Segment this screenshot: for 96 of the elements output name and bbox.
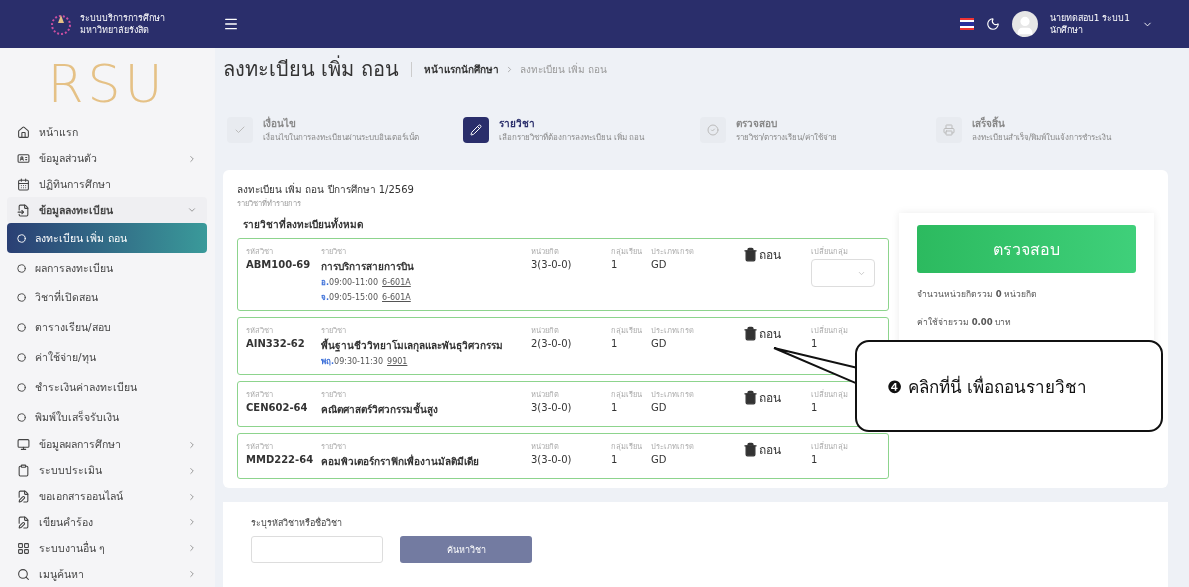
sidebar-item[interactable]: ระบบงานอื่น ๆ [7,535,207,562]
section-value: 1 [611,259,619,270]
grade-type-value: GD [651,338,668,349]
step-title: ตรวจสอบ [735,117,778,131]
org-subname: มหาวิทยาลัยรังสิต [80,24,150,36]
user-name: นายทดสอบ1 ระบบ1 [1049,12,1130,24]
step-subtitle: ลงทะเบียนสำเร็จ/พิมพ์ใบแจ้งการชำระเงิน [971,131,1112,144]
chevron-right-icon [187,465,197,476]
step-subtitle: เงื่อนไขในการลงทะเบียนผ่านระบบอินเตอร์เน็ต [263,131,419,144]
drop-button[interactable]: ถอน [743,388,781,406]
credits-value: 2(3-0-0) [531,338,573,349]
drop-button[interactable]: ถอน [743,324,781,342]
search-button[interactable]: ค้นหาวิชา [400,536,532,563]
course-name: การบริการสายการบิน [321,260,415,274]
trash-icon [743,325,758,341]
moon-icon[interactable] [985,17,1000,31]
sidebar-item[interactable]: ปฏิทินการศึกษา [7,171,207,198]
course-code: AIN332-62 [246,338,306,349]
course-name: คณิตศาสตร์วิศวกรรมชั้นสูง [321,402,439,417]
circle-icon [17,323,26,333]
sidebar-item[interactable]: ขอเอกสารออนไลน์ [7,483,207,510]
drop-button[interactable]: ถอน [743,440,781,458]
section-value: 1 [611,454,619,465]
sidebar-subitem[interactable]: ลงทะเบียน เพิ่ม ถอน [7,223,207,254]
section-value: 1 [611,338,619,349]
user-role: นักศึกษา [1049,24,1084,36]
chevron-right-icon [187,569,197,580]
sidebar-item[interactable]: ข้อมูลส่วนตัว [7,145,207,172]
emblem-icon [50,13,72,35]
credits-total: จำนวนหน่วยกิตรวม 0 หน่วยกิต [917,288,1039,301]
trash-icon [743,246,758,262]
chevron-right-icon [187,439,197,450]
flag-icon[interactable] [959,18,974,30]
group-value: 1 [811,454,819,465]
search-field[interactable] [251,536,383,563]
course-code: CEN602-64 [246,402,309,413]
circle-icon [17,352,26,362]
sidebar-subitem[interactable]: ตารางเรียน/สอบ [7,312,207,343]
credits-value: 3(3-0-0) [531,402,573,413]
card-title: ลงทะเบียน เพิ่ม ถอน ปีการศึกษา 1/2569 [237,182,415,197]
course-name: พื้นฐานชีววิทยาโมเลกุลและพันธุวิศวกรรม [321,338,504,353]
org-name: ระบบบริการการศึกษา [80,12,165,24]
sidebar-item[interactable]: ข้อมูลลงทะเบียน [7,197,207,224]
breadcrumb-link[interactable]: หน้าแรกนักศึกษา [423,61,499,77]
cost-total: ค่าใช้จ่ายรวม 0.00 บาท [917,316,1013,329]
callout-text: ❹ คลิกที่นี่ เพื่อถอนรายวิชา [887,374,1088,399]
sidebar-subitem[interactable]: ผลการลงทะเบียน [7,253,207,283]
course-name: คอมพิวเตอร์กราฟิกเพื่องานมัลติมีเดีย [321,454,480,469]
sidebar-subitem[interactable]: ชำระเงินค่าลงทะเบียน [7,372,207,403]
sidebar-item[interactable]: ข้อมูลผลการศึกษา [7,432,207,458]
grade-type-value: GD [651,402,668,413]
circle-icon [17,293,26,303]
chevron-right-icon [187,517,197,528]
step-subtitle: เลือกรายวิชาที่ต้องการลงทะเบียน เพิ่ม ถอน [499,131,645,144]
group-value: 1 [811,402,819,413]
step-subtitle: รายวิชา/ตารางเรียน/ค่าใช้จ่าย [735,132,837,144]
circle-icon [17,263,26,273]
course-code: MMD222-64 [246,454,315,465]
sidebar-subitem[interactable]: ค่าใช้จ่าย/ทุน [7,342,207,373]
sidebar-subitem[interactable]: วิชาที่เปิดสอน [7,282,207,313]
field-label: ระบุรหัสวิชาหรือชื่อวิชา [251,516,343,530]
sidebar-item[interactable]: เขียนคำร้อง [7,509,207,536]
circle-icon [17,382,26,392]
credits-value: 3(3-0-0) [531,259,573,270]
session-time: พฤ.09:30-11:30 9901 [321,356,409,368]
credits-value: 3(3-0-0) [531,454,573,465]
chevron-right-icon [187,491,197,502]
session-time: จ.09:05-15:00 6-601A [321,292,412,304]
course-code: ABM100-69 [246,259,312,270]
breadcrumb-current: ลงทะเบียน เพิ่ม ถอน [519,61,608,77]
trash-icon [743,389,758,405]
group-value: 1 [811,338,819,349]
search-icon [17,567,30,581]
avatar-icon[interactable] [1011,11,1038,37]
circle-icon [17,412,26,422]
drop-button[interactable]: ถอน [743,245,781,263]
section-value: 1 [611,402,619,413]
page-title: ลงทะเบียน เพิ่ม ถอน [223,54,399,83]
step-title: รายวิชา [499,117,537,131]
home-icon [17,126,30,140]
trash-icon [743,441,758,457]
logo-text: RSU [46,53,168,116]
list-title: รายวิชาที่ลงทะเบียนทั้งหมด [242,216,364,232]
session-time: อ.09:00-11:00 6-601A [321,277,412,289]
circle-icon [17,233,26,243]
step-title: เงื่อนไข [263,116,297,131]
sidebar-item[interactable]: เมนูค้นหา [7,561,207,587]
step-title: เสร็จสิ้น [971,116,1006,131]
sidebar-subitem[interactable]: พิมพ์ใบเสร็จรับเงิน [7,402,207,432]
grade-type-value: GD [651,454,668,465]
chevron-right-icon [187,543,197,554]
chevron-right-icon [187,153,197,164]
sidebar-item[interactable]: ระบบประเมิน [7,457,207,484]
menu-icon[interactable] [223,16,239,32]
grade-type-value: GD [651,259,668,270]
sidebar-item[interactable]: หน้าแรก [7,120,207,146]
